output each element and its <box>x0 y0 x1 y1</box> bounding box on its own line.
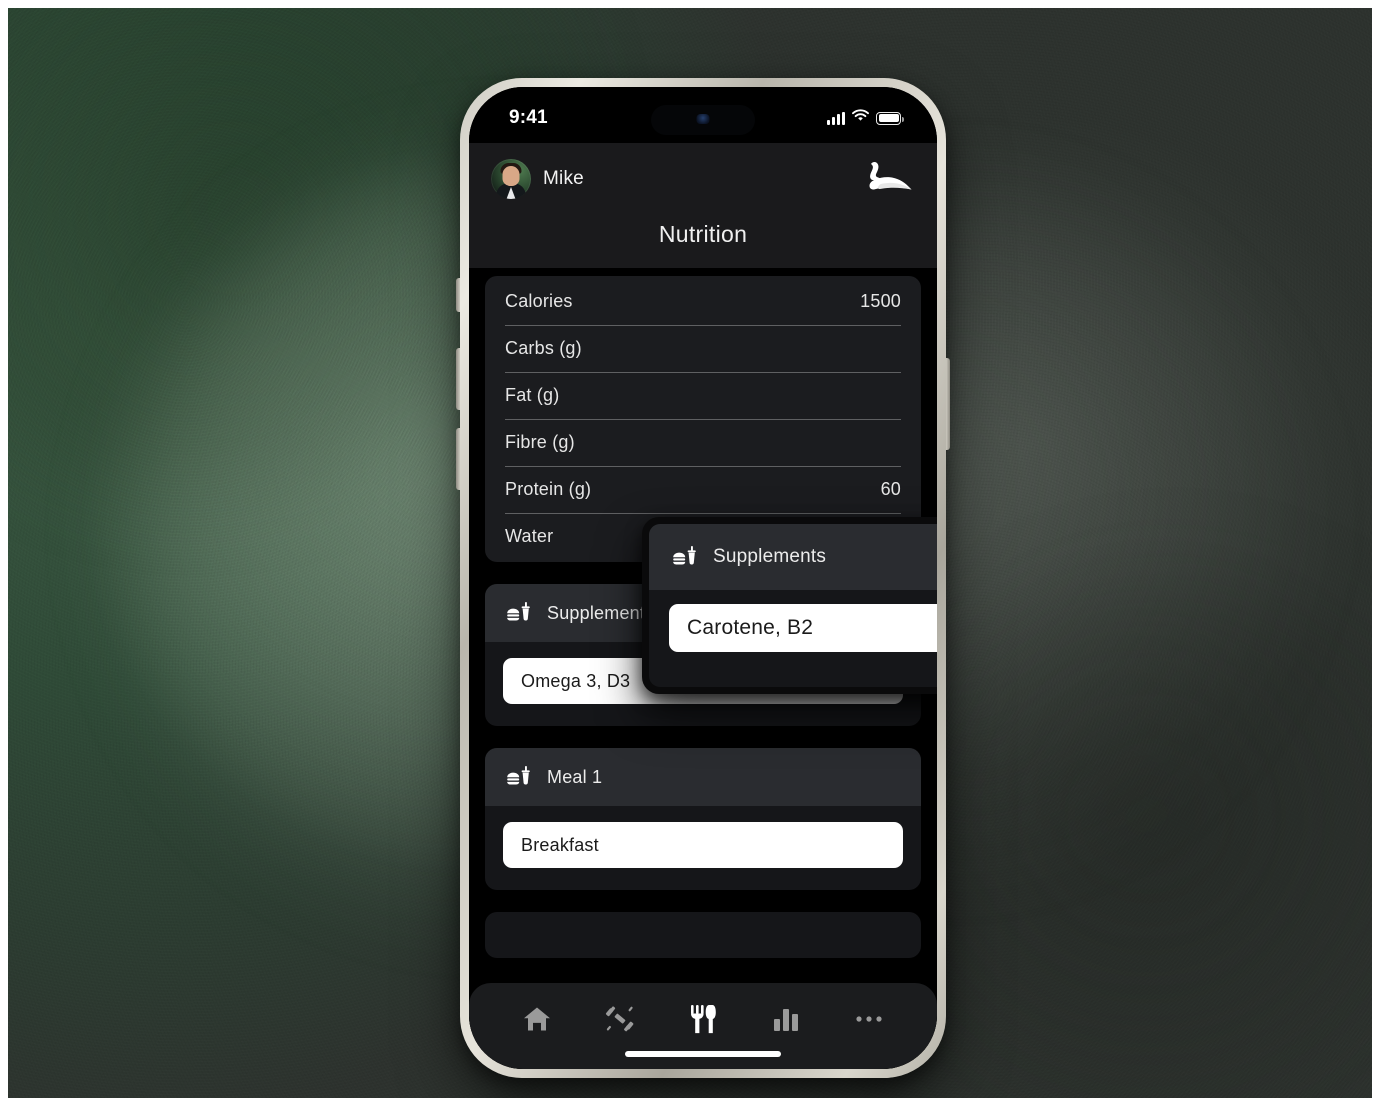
section-title: Supplements <box>547 602 655 623</box>
fast-food-icon <box>505 764 531 790</box>
silent-switch[interactable] <box>456 278 460 312</box>
fast-food-icon <box>671 544 697 570</box>
tab-nutrition[interactable] <box>680 999 726 1039</box>
bottom-tab-bar <box>469 983 937 1069</box>
nutrition-label: Calories <box>505 291 573 311</box>
home-icon <box>522 1005 552 1033</box>
home-indicator[interactable] <box>625 1051 781 1057</box>
volume-up-button[interactable] <box>456 348 460 410</box>
header-top-row: Mike <box>491 159 915 199</box>
dragged-supplements-input[interactable]: Carotene, B2 <box>669 604 937 652</box>
nutrition-label: Fibre (g) <box>505 432 575 452</box>
status-clock: 9:41 <box>509 107 548 128</box>
nutrition-value: 60 <box>880 479 901 499</box>
tab-more[interactable] <box>846 999 892 1039</box>
tab-home[interactable] <box>514 999 560 1039</box>
dynamic-island <box>651 105 755 135</box>
user-name: Mike <box>543 168 584 189</box>
page-title: Nutrition <box>658 221 748 247</box>
nutrition-label: Protein (g) <box>505 479 592 499</box>
phone-bezel: 9:41 Mike Nutrition Calories 1500 Carbs … <box>469 87 937 1069</box>
scene-backdrop: 9:41 Mike Nutrition Calories 1500 Carbs … <box>8 8 1372 1098</box>
app-header: Mike Nutrition <box>469 143 937 268</box>
table-row[interactable]: Fibre (g) <box>485 419 921 466</box>
dragged-card-header[interactable]: Supplements <box>649 524 937 590</box>
user-chip[interactable]: Mike <box>491 159 584 199</box>
nutrition-label: Carbs (g) <box>505 338 582 358</box>
section-card-meal-1: Meal 1 Breakfast <box>485 748 921 890</box>
table-row[interactable]: Protein (g) 60 <box>485 466 921 513</box>
table-row[interactable]: Fat (g) <box>485 372 921 419</box>
dragged-card-body: Carotene, B2 <box>649 590 937 670</box>
nutrition-label: Fat (g) <box>505 385 560 405</box>
status-indicators <box>827 109 904 127</box>
wifi-icon <box>852 109 869 127</box>
fast-food-icon <box>505 600 531 626</box>
section-title: Meal 1 <box>547 766 603 787</box>
scroll-content[interactable]: Calories 1500 Carbs (g) Fat (g) Fibre (g… <box>469 268 937 983</box>
meal-1-input[interactable]: Breakfast <box>503 822 903 868</box>
bar-chart-icon <box>772 1005 800 1033</box>
dragged-supplements-card[interactable]: Supplements Carotene, B2 <box>642 517 937 694</box>
volume-down-button[interactable] <box>456 428 460 490</box>
fork-knife-icon <box>688 1003 718 1035</box>
nutrition-value: 1500 <box>860 291 901 311</box>
dragged-card-title: Supplements <box>713 546 827 567</box>
ellipsis-icon <box>855 1014 883 1024</box>
tab-stats[interactable] <box>763 999 809 1039</box>
battery-full-icon <box>876 111 904 125</box>
section-header[interactable]: Meal 1 <box>485 748 921 806</box>
avatar[interactable] <box>491 159 531 199</box>
avatar-face <box>502 166 520 186</box>
image-canvas: 9:41 Mike Nutrition Calories 1500 Carbs … <box>0 0 1380 1116</box>
table-row[interactable]: Calories 1500 <box>485 278 921 325</box>
flexed-bicep-logo[interactable] <box>859 159 915 199</box>
dragged-card-inner: Supplements Carotene, B2 <box>649 524 937 687</box>
phone-device-frame: 9:41 Mike Nutrition Calories 1500 Carbs … <box>456 78 950 1078</box>
dumbbell-icon <box>604 1004 636 1034</box>
section-card-partial[interactable] <box>485 912 921 958</box>
table-row[interactable]: Carbs (g) <box>485 325 921 372</box>
cellular-bars-icon <box>827 111 845 125</box>
front-camera-icon <box>696 114 710 124</box>
phone-screen: 9:41 Mike Nutrition Calories 1500 Carbs … <box>469 87 937 1069</box>
section-body: Breakfast <box>485 806 921 890</box>
power-button[interactable] <box>946 358 950 450</box>
nutrition-label: Water <box>505 526 554 546</box>
tab-workouts[interactable] <box>597 999 643 1039</box>
